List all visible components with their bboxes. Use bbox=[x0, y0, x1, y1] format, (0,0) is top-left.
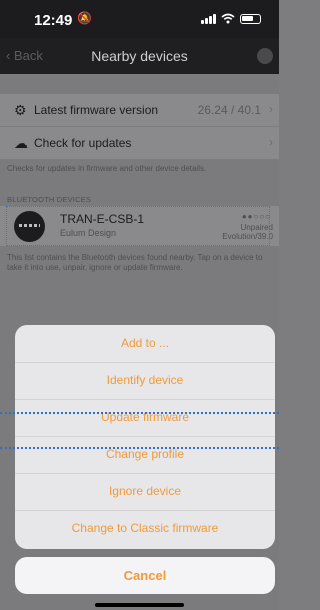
status-time: 12:49 bbox=[34, 12, 73, 29]
firmware-version-value: 26.24 / 40.1 bbox=[197, 103, 261, 117]
updates-footnote: Checks for updates in firmware and other… bbox=[7, 164, 207, 173]
profile-icon[interactable] bbox=[257, 48, 273, 64]
identify-device-button[interactable]: Identify device bbox=[15, 362, 275, 400]
wifi-icon bbox=[221, 13, 235, 24]
section-header-bluetooth: BLUETOOTH DEVICES bbox=[7, 195, 92, 204]
ignore-device-button[interactable]: Ignore device bbox=[15, 473, 275, 511]
devices-footnote: This list contains the Bluetooth devices… bbox=[7, 253, 263, 272]
gear-icon: ⚙ bbox=[14, 102, 27, 118]
selection-highlight bbox=[0, 412, 279, 449]
check-updates-label: Check for updates bbox=[34, 136, 132, 150]
battery-icon bbox=[240, 13, 261, 24]
signal-icon bbox=[201, 13, 216, 24]
chevron-right-icon: › bbox=[269, 135, 273, 149]
device-focus-outline bbox=[6, 206, 270, 246]
nav-bar: ‹ Back Nearby devices bbox=[0, 38, 279, 74]
add-to-button[interactable]: Add to ... bbox=[15, 325, 275, 363]
classic-firmware-button[interactable]: Change to Classic firmware bbox=[15, 510, 275, 547]
home-indicator bbox=[95, 603, 184, 607]
check-updates-row[interactable]: ☁ Check for updates › bbox=[0, 127, 279, 160]
firmware-version-label: Latest firmware version bbox=[34, 103, 159, 117]
silent-bell-icon: 🔕 bbox=[77, 11, 92, 25]
chevron-right-icon: › bbox=[269, 102, 273, 116]
page-title: Nearby devices bbox=[91, 48, 188, 64]
status-bar: 12:49 🔕 bbox=[0, 0, 279, 38]
cancel-button[interactable]: Cancel bbox=[15, 557, 275, 594]
firmware-version-row[interactable]: ⚙ Latest firmware version 26.24 / 40.1 › bbox=[0, 94, 279, 127]
cloud-icon: ☁ bbox=[14, 135, 28, 151]
status-icons bbox=[201, 13, 261, 24]
